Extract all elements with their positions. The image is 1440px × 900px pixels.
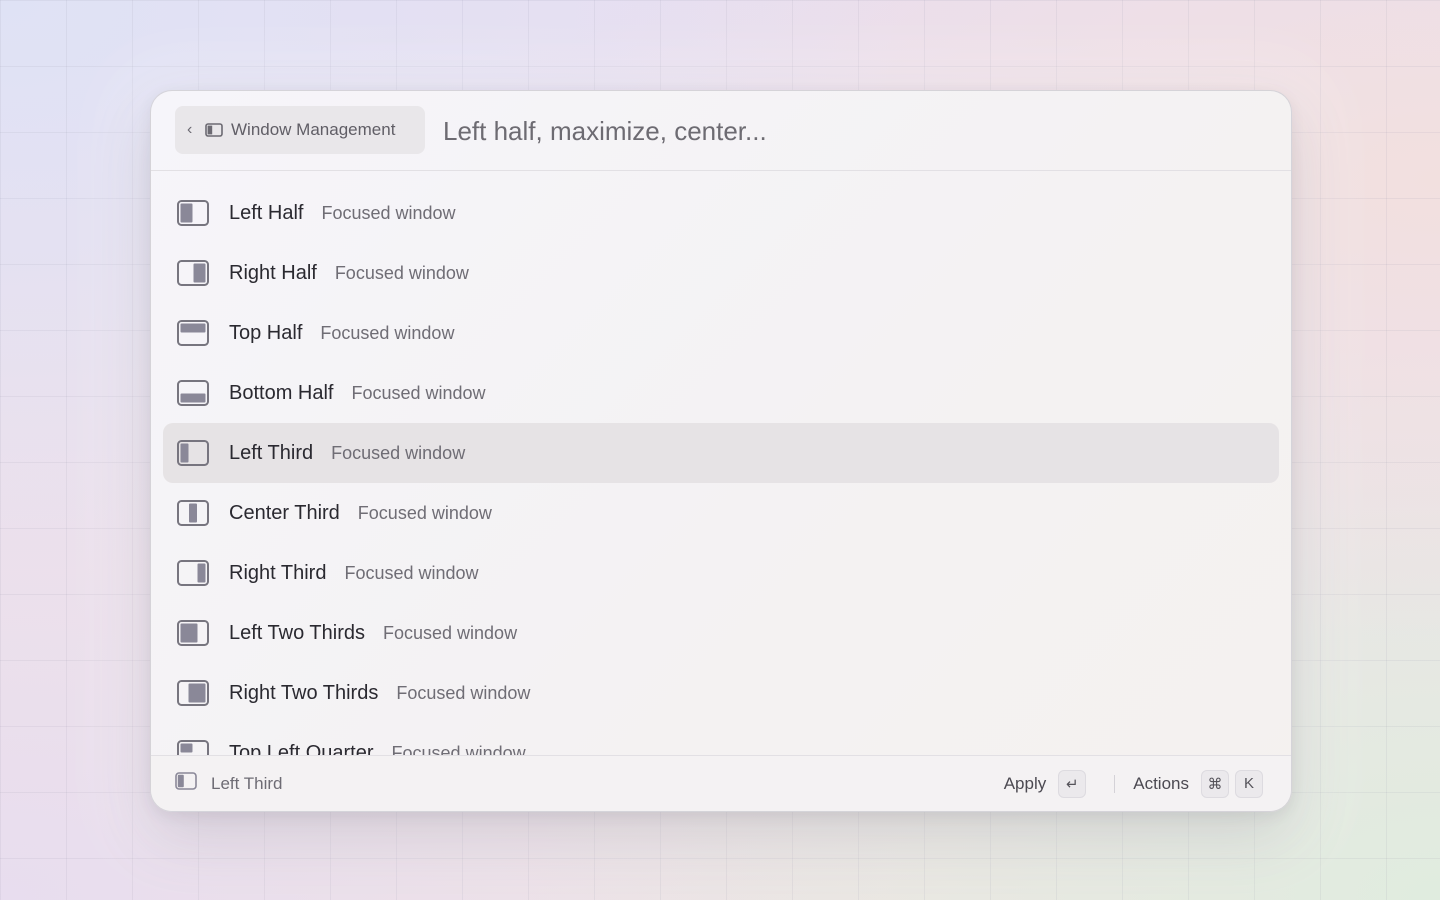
current-selection-label: Left Third [211, 773, 283, 793]
list-item[interactable]: Top Left Quarter Focused window [163, 723, 1279, 755]
item-title: Left Third [229, 441, 314, 464]
list-item[interactable]: Center Third Focused window [163, 483, 1279, 543]
center-third-icon [177, 500, 209, 526]
right-two-thirds-icon [177, 680, 209, 706]
item-title: Right Two Thirds [229, 681, 379, 704]
left-third-icon [177, 440, 209, 466]
item-subtitle: Focused window [383, 622, 518, 643]
chevron-left-icon: ‹ [187, 121, 193, 138]
current-selection: Left Third [175, 756, 283, 811]
command-key-badge: ⌘ [1201, 769, 1229, 798]
item-title: Right Third [229, 561, 327, 584]
item-title: Top Half [229, 321, 303, 344]
item-subtitle: Focused window [357, 502, 492, 523]
footer-actions: Apply ↵ Actions ⌘ K [1004, 756, 1263, 811]
item-subtitle: Focused window [396, 682, 531, 703]
top-left-quarter-icon [177, 740, 209, 755]
breadcrumb-label: Window Management [231, 120, 396, 139]
command-window: ‹ Window Management Left Half Focused win… [150, 90, 1292, 812]
item-subtitle: Focused window [344, 562, 479, 583]
k-key-badge: K [1235, 769, 1263, 798]
right-third-icon [177, 560, 209, 586]
item-subtitle: Focused window [321, 202, 456, 223]
item-title: Left Two Thirds [229, 621, 365, 644]
item-subtitle: Focused window [391, 742, 526, 756]
item-subtitle: Focused window [351, 382, 486, 403]
list-item[interactable]: Right Third Focused window [163, 543, 1279, 603]
list-item[interactable]: Right Two Thirds Focused window [163, 663, 1279, 723]
action-bar: Left Third Apply ↵ Actions ⌘ K [151, 755, 1291, 811]
left-half-icon [177, 200, 209, 226]
sidebar-window-icon [205, 123, 223, 137]
left-third-icon [175, 772, 197, 795]
list-item[interactable]: Right Half Focused window [163, 243, 1279, 303]
left-two-thirds-icon [177, 620, 209, 646]
actions-button[interactable]: Actions [1133, 774, 1189, 794]
apply-button[interactable]: Apply [1004, 774, 1047, 794]
top-half-icon [177, 320, 209, 346]
bottom-half-icon [177, 380, 209, 406]
results-list: Left Half Focused window Right Half Focused… [151, 171, 1291, 755]
breadcrumb-back-button[interactable]: ‹ Window Management [175, 106, 425, 154]
item-subtitle: Focused window [320, 322, 455, 343]
item-subtitle: Focused window [331, 442, 466, 463]
item-title: Center Third [229, 501, 340, 524]
item-title: Bottom Half [229, 381, 334, 404]
list-item[interactable]: Left Two Thirds Focused window [163, 603, 1279, 663]
enter-key-badge: ↵ [1058, 769, 1087, 798]
item-subtitle: Focused window [334, 262, 469, 283]
item-title: Top Left Quarter [229, 741, 374, 756]
search-input[interactable] [443, 111, 1223, 151]
list-item[interactable]: Top Half Focused window [163, 303, 1279, 363]
list-item[interactable]: Left Half Focused window [163, 183, 1279, 243]
item-title: Right Half [229, 261, 317, 284]
right-half-icon [177, 260, 209, 286]
list-item[interactable]: Left Third Focused window [163, 423, 1279, 483]
divider [1114, 774, 1116, 793]
search-bar: ‹ Window Management [151, 91, 1291, 171]
item-title: Left Half [229, 201, 304, 224]
list-item[interactable]: Bottom Half Focused window [163, 363, 1279, 423]
